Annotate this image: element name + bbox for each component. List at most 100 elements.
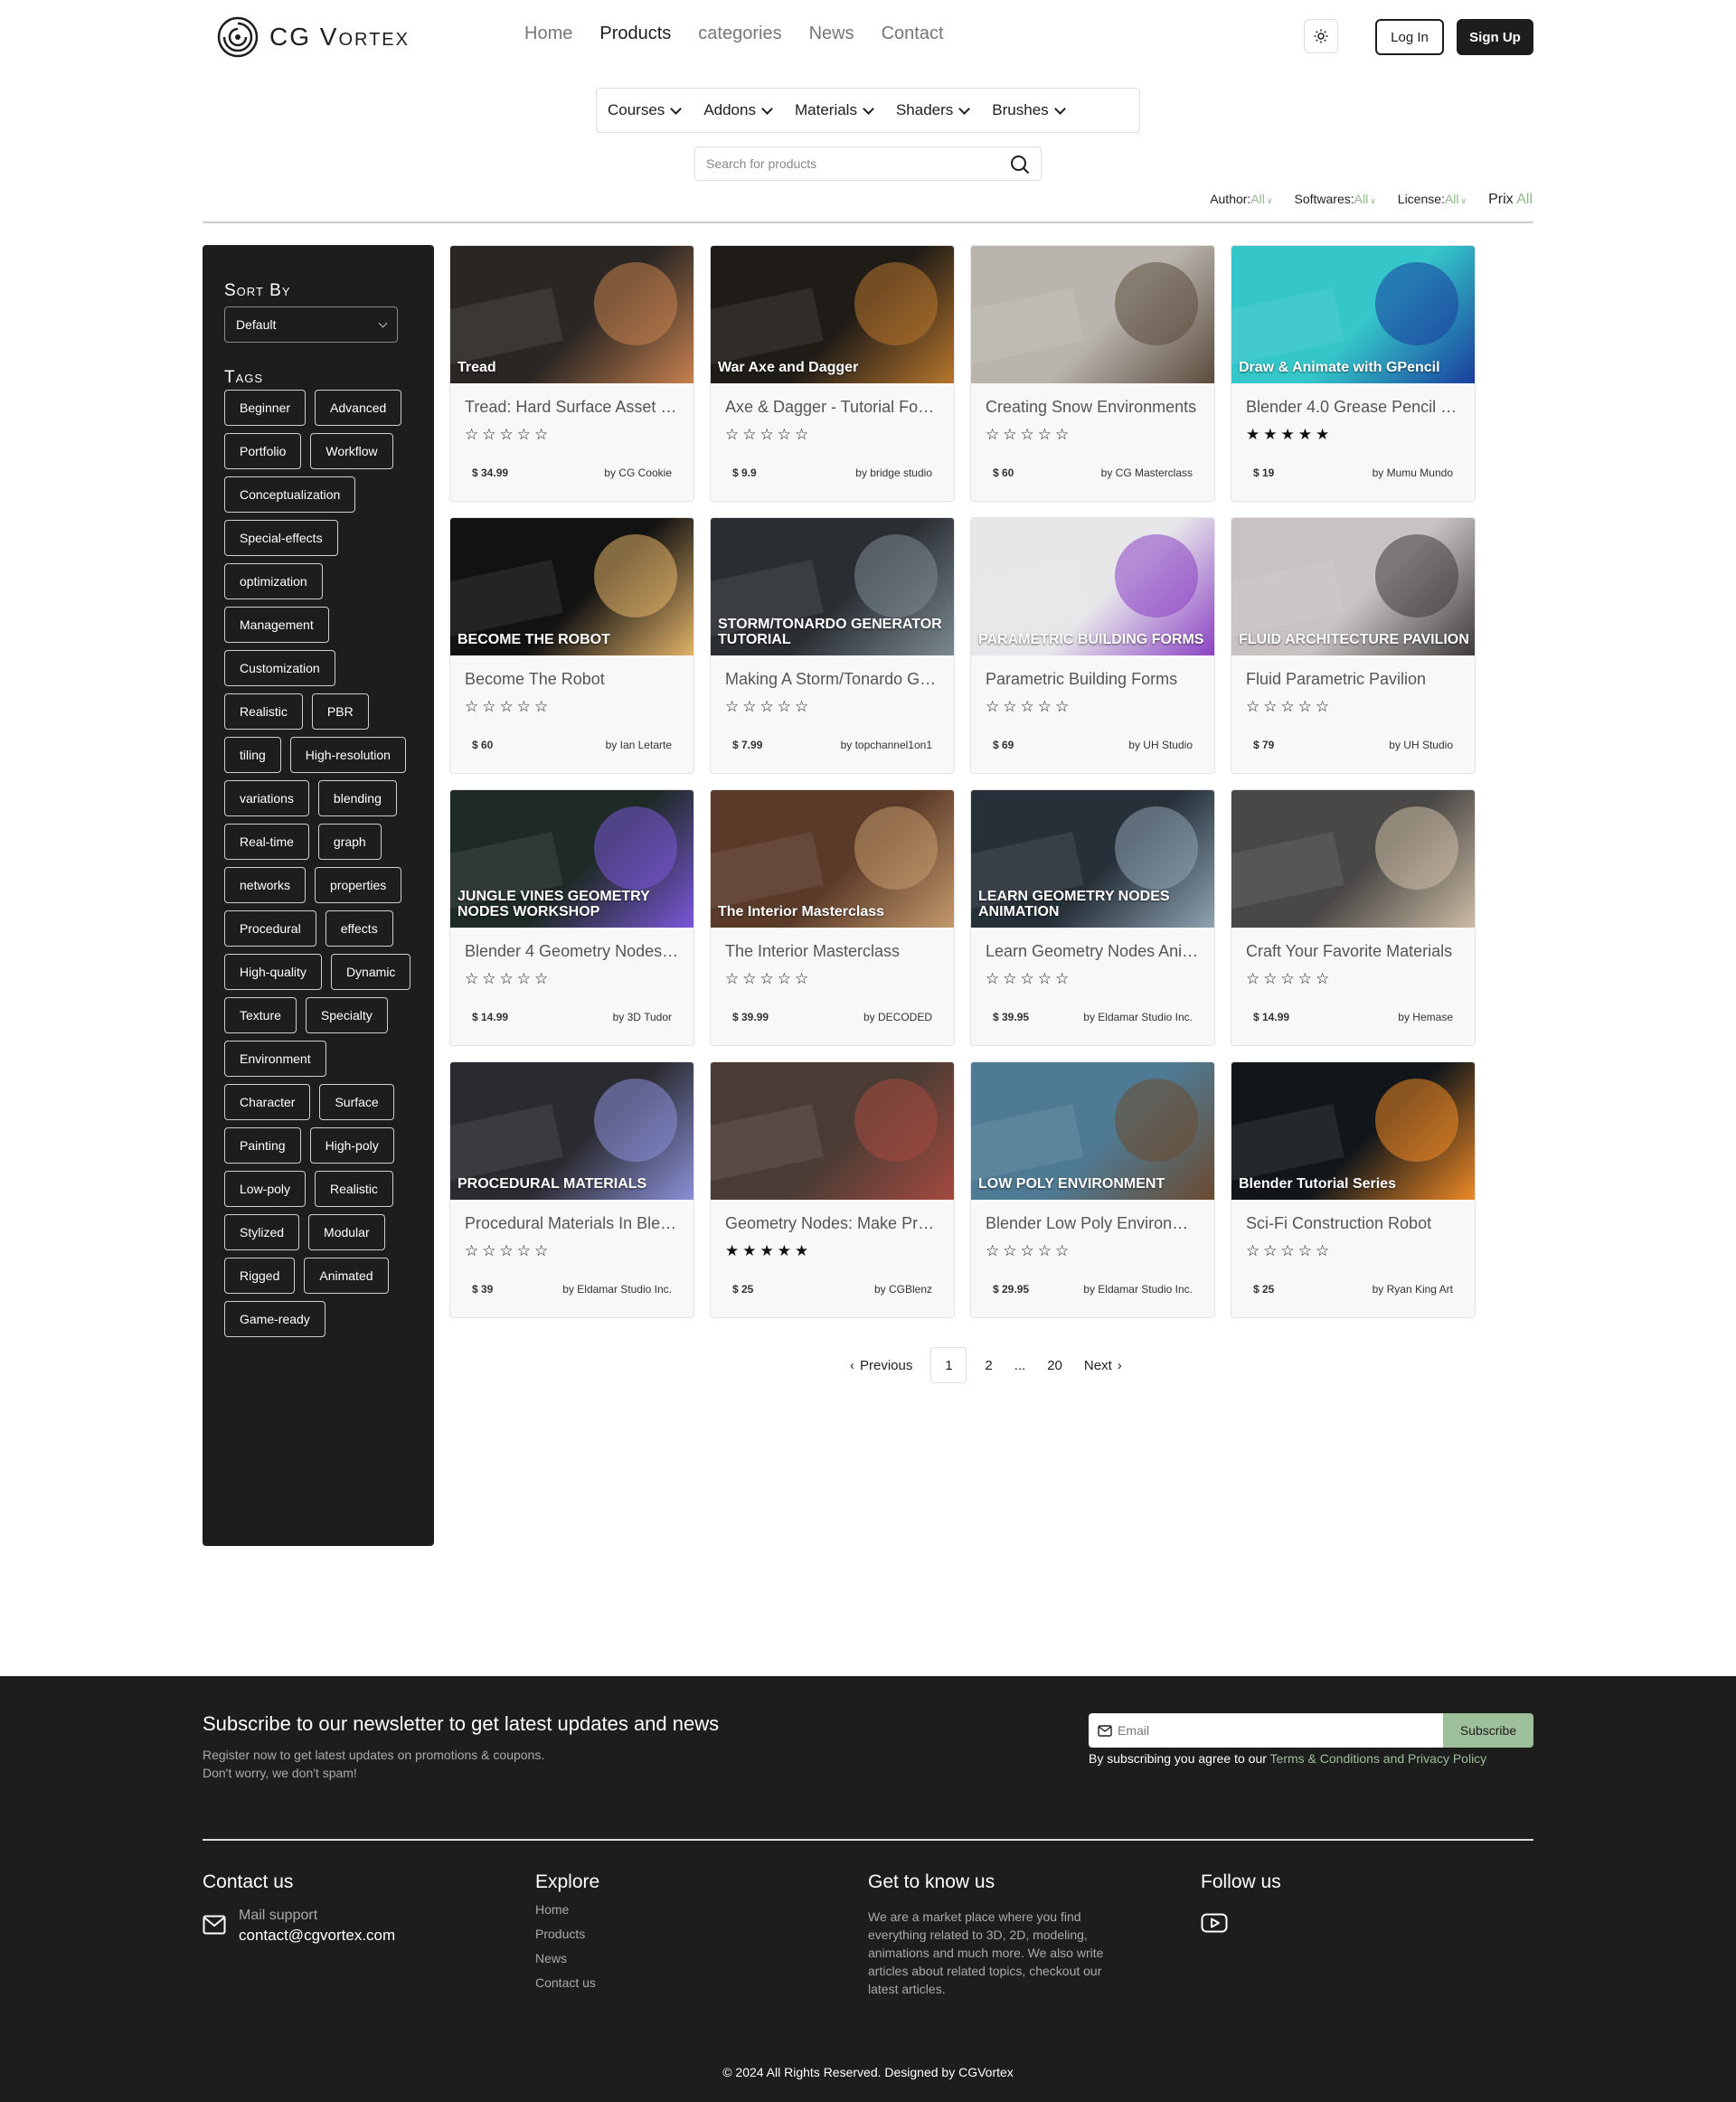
category-dropdown-materials[interactable]: Materials	[795, 101, 874, 119]
product-thumbnail[interactable]: FLUID ARCHITECTURE PAVILION	[1231, 518, 1475, 655]
tag-effects[interactable]: effects	[325, 910, 393, 947]
tag-rigged[interactable]: Rigged	[224, 1258, 296, 1294]
product-card[interactable]: Tread Tread: Hard Surface Asset Creation ☆…	[449, 245, 694, 502]
page-number[interactable]: 20	[1047, 1358, 1062, 1373]
product-card[interactable]: Craft Your Favorite Materials ☆ ☆ ☆ ☆ ☆ $ 14.9…	[1231, 789, 1476, 1046]
product-author[interactable]: by 3D Tudor	[613, 1011, 672, 1023]
product-author[interactable]: by CG Cookie	[604, 467, 672, 479]
product-thumbnail[interactable]: Draw & Animate with GPencil	[1231, 246, 1475, 383]
product-title[interactable]: Tread: Hard Surface Asset Creation	[465, 398, 679, 417]
product-thumbnail[interactable]: LOW POLY ENVIRONMENT	[971, 1062, 1214, 1200]
product-title[interactable]: The Interior Masterclass	[725, 942, 939, 961]
product-thumbnail[interactable]: Tread	[450, 246, 693, 383]
product-title[interactable]: Axe & Dagger - Tutorial For Blender	[725, 398, 939, 417]
product-card[interactable]: STORM/TONARDO GENERATOR TUTORIAL Making A…	[710, 517, 955, 774]
theme-toggle-button[interactable]	[1304, 19, 1338, 53]
product-title[interactable]: Become The Robot	[465, 670, 679, 689]
login-button[interactable]: Log In	[1375, 19, 1444, 55]
product-title[interactable]: Blender Low Poly Environment Course	[986, 1214, 1200, 1233]
product-card[interactable]: JUNGLE VINES GEOMETRY NODES WORKSHOP Blen…	[449, 789, 694, 1046]
tag-dynamic[interactable]: Dynamic	[330, 954, 411, 990]
product-card[interactable]: PROCEDURAL MATERIALS Procedural Materials…	[449, 1061, 694, 1318]
explore-link-products[interactable]: Products	[535, 1927, 599, 1941]
tag-texture[interactable]: Texture	[224, 997, 297, 1033]
product-thumbnail[interactable]: War Axe and Dagger	[711, 246, 954, 383]
tag-high-quality[interactable]: High-quality	[224, 954, 322, 990]
product-author[interactable]: by Eldamar Studio Inc.	[562, 1283, 672, 1296]
tag-specialty[interactable]: Specialty	[305, 997, 388, 1033]
explore-link-home[interactable]: Home	[535, 1902, 599, 1917]
tag-graph[interactable]: graph	[317, 824, 382, 860]
tag-stylized[interactable]: Stylized	[224, 1214, 300, 1250]
product-thumbnail[interactable]	[971, 246, 1214, 383]
nav-link-categories[interactable]: categories	[698, 24, 781, 44]
product-card[interactable]: FLUID ARCHITECTURE PAVILION Fluid Paramet…	[1231, 517, 1476, 774]
tag-blending[interactable]: blending	[317, 780, 397, 816]
product-thumbnail[interactable]: BECOME THE ROBOT	[450, 518, 693, 655]
product-author[interactable]: by Ryan King Art	[1373, 1283, 1453, 1296]
tag-high-poly[interactable]: High-poly	[309, 1127, 394, 1164]
tag-workflow[interactable]: Workflow	[310, 433, 393, 469]
tag-realistic[interactable]: Realistic	[315, 1171, 393, 1207]
product-title[interactable]: Making A Storm/Tonardo Generator	[725, 670, 939, 689]
email-field[interactable]: Email	[1089, 1713, 1443, 1748]
signup-button[interactable]: Sign Up	[1457, 19, 1533, 55]
sort-select[interactable]: Default	[224, 306, 398, 343]
tag-procedural[interactable]: Procedural	[224, 910, 316, 947]
product-thumbnail[interactable]: LEARN GEOMETRY NODES ANIMATION	[971, 790, 1214, 928]
product-card[interactable]: BECOME THE ROBOT Become The Robot ☆ ☆ ☆ ☆ ☆ $ 6…	[449, 517, 694, 774]
product-author[interactable]: by Hemase	[1398, 1011, 1453, 1023]
product-author[interactable]: by CGBlenz	[874, 1283, 932, 1296]
page-number[interactable]: 2	[985, 1358, 992, 1373]
category-dropdown-shaders[interactable]: Shaders	[896, 101, 971, 119]
product-card[interactable]: LEARN GEOMETRY NODES ANIMATION Learn Geom…	[970, 789, 1215, 1046]
product-thumbnail[interactable]: Blender Tutorial Series	[1231, 1062, 1475, 1200]
product-card[interactable]: War Axe and Dagger Axe & Dagger - Tutoria…	[710, 245, 955, 502]
search-icon[interactable]	[1010, 155, 1030, 174]
tag-realistic[interactable]: Realistic	[224, 693, 303, 730]
product-title[interactable]: Parametric Building Forms	[986, 670, 1200, 689]
tag-customization[interactable]: Customization	[224, 650, 335, 686]
filter-license[interactable]: License:All ∨	[1398, 192, 1467, 208]
product-card[interactable]: Blender Tutorial Series Sci-Fi Constructi…	[1231, 1061, 1476, 1318]
tag-painting[interactable]: Painting	[224, 1127, 301, 1164]
product-author[interactable]: by bridge studio	[855, 467, 932, 479]
tag-optimization[interactable]: optimization	[224, 563, 323, 599]
tag-advanced[interactable]: Advanced	[315, 390, 402, 426]
category-dropdown-brushes[interactable]: Brushes	[992, 101, 1066, 119]
product-title[interactable]: Blender 4 Geometry Nodes Workshop	[465, 942, 679, 961]
tag-modular[interactable]: Modular	[308, 1214, 385, 1250]
nav-link-products[interactable]: Products	[599, 24, 671, 44]
product-card[interactable]: The Interior Masterclass The Interior Mas…	[710, 789, 955, 1046]
product-thumbnail[interactable]	[1231, 790, 1475, 928]
product-thumbnail[interactable]	[711, 1062, 954, 1200]
product-thumbnail[interactable]: JUNGLE VINES GEOMETRY NODES WORKSHOP	[450, 790, 693, 928]
tag-pbr[interactable]: PBR	[311, 693, 369, 730]
filter-softwares[interactable]: Softwares:All ∨	[1294, 192, 1375, 208]
tag-variations[interactable]: variations	[224, 780, 309, 816]
tag-high-resolution[interactable]: High-resolution	[289, 737, 406, 773]
tag-beginner[interactable]: Beginner	[224, 390, 307, 426]
tag-low-poly[interactable]: Low-poly	[224, 1171, 307, 1207]
terms-link[interactable]: Terms & Conditions and Privacy Policy	[1270, 1751, 1487, 1766]
product-card[interactable]: LOW POLY ENVIRONMENT Blender Low Poly Env…	[970, 1061, 1215, 1318]
filter-prix[interactable]: Prix All	[1488, 192, 1533, 208]
tag-real-time[interactable]: Real-time	[224, 824, 309, 860]
product-title[interactable]: Creating Snow Environments	[986, 398, 1200, 417]
product-thumbnail[interactable]: The Interior Masterclass	[711, 790, 954, 928]
product-author[interactable]: by CG Masterclass	[1101, 467, 1193, 479]
search-input[interactable]	[695, 147, 985, 180]
product-title[interactable]: Sci-Fi Construction Robot	[1246, 1214, 1460, 1233]
next-page-button[interactable]: Next ›	[1084, 1358, 1122, 1373]
product-title[interactable]: Craft Your Favorite Materials	[1246, 942, 1460, 961]
product-author[interactable]: by UH Studio	[1128, 739, 1193, 751]
product-card[interactable]: PARAMETRIC BUILDING FORMS Parametric Buil…	[970, 517, 1215, 774]
product-author[interactable]: by Eldamar Studio Inc.	[1083, 1011, 1193, 1023]
tag-special-effects[interactable]: Special-effects	[224, 520, 338, 556]
category-dropdown-addons[interactable]: Addons	[703, 101, 773, 119]
product-author[interactable]: by Ian Letarte	[606, 739, 672, 751]
tag-tiling[interactable]: tiling	[224, 737, 281, 773]
tag-conceptualization[interactable]: Conceptualization	[224, 476, 356, 513]
nav-link-home[interactable]: Home	[524, 24, 572, 44]
previous-page-button[interactable]: ‹ Previous	[850, 1358, 912, 1373]
